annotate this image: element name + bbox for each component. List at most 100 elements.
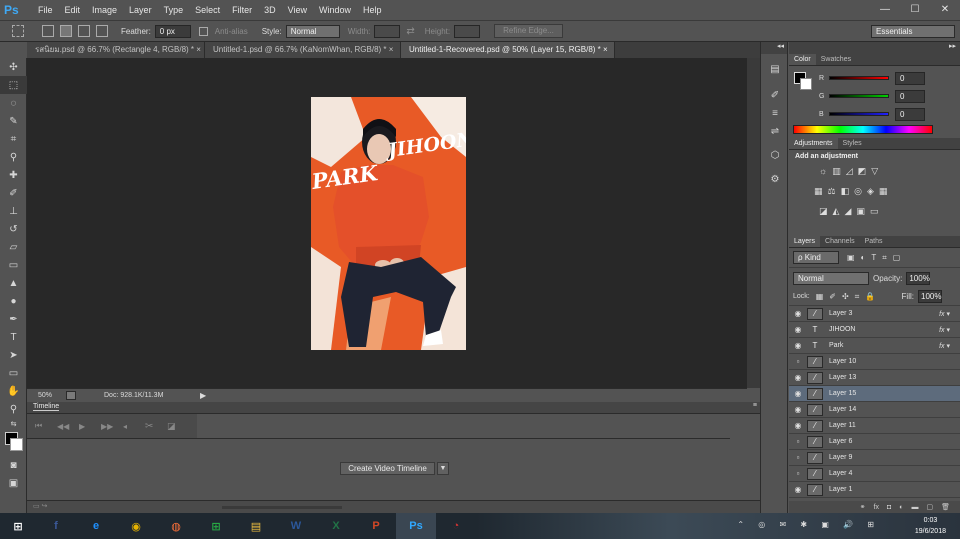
layer-filter-icons[interactable]: ▣◐T⌗▢ <box>847 253 906 263</box>
layer-row[interactable]: ▫ ⁄ Layer 6 <box>789 434 960 450</box>
tray-icons[interactable]: ⌃ ◎ ✉ ✱ ▣ 🔊 ⊞ <box>737 520 880 529</box>
tab-layers[interactable]: Layers <box>789 236 821 247</box>
status-menu-arrow-icon[interactable]: ▶ <box>200 391 206 400</box>
collapse-icon[interactable]: ◂◂ <box>761 42 787 54</box>
menu-view[interactable]: View <box>282 0 313 20</box>
exposure-icon[interactable]: ◩ <box>858 166 867 177</box>
tab-swatches[interactable]: Swatches <box>816 54 856 65</box>
levels-icon[interactable]: ▥ <box>832 166 841 177</box>
blend-mode-select[interactable]: Normal <box>793 271 869 285</box>
trash-icon[interactable]: 🗑 <box>941 503 950 511</box>
tab-channels[interactable]: Channels <box>820 236 860 247</box>
lasso-tool-icon[interactable]: ◌ <box>0 94 27 112</box>
lock-icons[interactable]: ▦✐✣⌗🔒 <box>816 292 881 302</box>
menu-layer[interactable]: Layer <box>123 0 158 20</box>
layer-row[interactable]: ▫ ⁄ Layer 9 <box>789 450 960 466</box>
transition-icon[interactable]: ◪ <box>167 421 189 432</box>
eye-icon[interactable]: ◉ <box>789 405 807 414</box>
taskbar-other-icon[interactable]: ◔ <box>436 513 476 539</box>
taskbar-firefox-icon[interactable]: ◍ <box>156 513 196 539</box>
new-layer-icon[interactable]: ▢ <box>926 503 933 511</box>
split-scissors-icon[interactable]: ✂ <box>145 421 167 432</box>
path-select-tool-icon[interactable]: ➤ <box>0 346 27 364</box>
green-value-input[interactable]: 0 <box>895 89 925 103</box>
red-slider[interactable] <box>829 76 889 80</box>
taskbar-store-icon[interactable]: ⊞ <box>196 513 236 539</box>
hue-saturation-icon[interactable]: ▦ <box>814 186 823 197</box>
blur-tool-icon[interactable]: ▲ <box>0 274 27 292</box>
refine-edge-button[interactable]: Refine Edge... <box>494 24 563 38</box>
brightness-icon[interactable]: ☼ <box>819 166 827 177</box>
hand-tool-icon[interactable]: ✋ <box>0 382 27 400</box>
tab-color[interactable]: Color <box>789 54 816 65</box>
background-color-swatch[interactable] <box>800 78 812 90</box>
dodge-tool-icon[interactable]: ● <box>0 292 27 310</box>
taskbar-excel-icon[interactable]: X <box>316 513 356 539</box>
menu-type[interactable]: Type <box>158 0 190 20</box>
eye-icon[interactable]: ◉ <box>789 389 807 398</box>
menu-filter[interactable]: Filter <box>226 0 258 20</box>
gradient-map-icon[interactable]: ▭ <box>870 206 879 217</box>
curves-icon[interactable]: ◿ <box>846 166 853 177</box>
selective-color-icon[interactable]: ▣ <box>856 206 865 217</box>
zoom-tool-icon[interactable]: ⚲ <box>0 400 27 418</box>
hidden-eye-icon[interactable]: ▫ <box>789 453 807 462</box>
eye-icon[interactable]: ◉ <box>789 325 807 334</box>
quick-mask-icon[interactable]: ◙ <box>0 456 27 474</box>
healing-tool-icon[interactable]: ✚ <box>0 166 27 184</box>
type-tool-icon[interactable]: T <box>0 328 27 346</box>
vertical-scrollbar[interactable] <box>747 58 760 388</box>
width-input[interactable] <box>374 24 401 38</box>
timeline-title[interactable]: Timeline <box>33 403 60 411</box>
minimize-button[interactable]: — <box>870 0 900 20</box>
close-icon[interactable]: × <box>196 45 201 54</box>
intersect-selection-icon[interactable] <box>96 25 108 37</box>
tab-document-1[interactable]: รสนิยม.psd @ 66.7% (Rectangle 4, RGB/8) … <box>27 42 205 58</box>
layer-row[interactable]: ▫ ⁄ Layer 10 <box>789 354 960 370</box>
hidden-eye-icon[interactable]: ▫ <box>789 437 807 446</box>
audio-icon[interactable]: ◂ <box>123 422 145 431</box>
color-balance-icon[interactable]: ⚖ <box>828 186 836 197</box>
eye-icon[interactable]: ◉ <box>789 373 807 382</box>
layer-effects-icon[interactable]: fx ▾ <box>939 310 950 318</box>
background-color-swatch[interactable] <box>10 438 23 451</box>
close-icon[interactable]: × <box>603 45 608 54</box>
threshold-icon[interactable]: ◢ <box>844 206 851 217</box>
eyedropper-tool-icon[interactable]: ⚲ <box>0 148 27 166</box>
layer-row[interactable]: ◉ ⁄ Layer 15 <box>789 386 960 402</box>
collapse-panels-icon[interactable]: ▸▸ <box>789 42 960 54</box>
tab-document-2[interactable]: Untitled-1.psd @ 66.7% (KaNomWhan, RGB/8… <box>205 42 401 58</box>
menu-image[interactable]: Image <box>86 0 123 20</box>
menu-help[interactable]: Help <box>357 0 388 20</box>
prev-frame-icon[interactable]: ◀◀ <box>57 422 79 431</box>
layer-row[interactable]: ◉ ⁄ Layer 11 <box>789 418 960 434</box>
taskbar-start-icon[interactable]: ⊞ <box>0 513 36 539</box>
fill-input[interactable]: 100% <box>918 290 942 303</box>
timecode-icon[interactable]: ▭ ↪ <box>33 502 47 510</box>
taskbar-word-icon[interactable]: W <box>276 513 316 539</box>
properties-panel-icon[interactable]: ⚙ <box>761 170 789 188</box>
clock[interactable]: 0:03 19/6/2018 <box>915 515 946 537</box>
subtract-selection-icon[interactable] <box>78 25 90 37</box>
panel-menu-icon[interactable]: ≡ <box>753 402 757 409</box>
quick-select-tool-icon[interactable]: ✎ <box>0 112 27 130</box>
taskbar-facebook-icon[interactable]: f <box>36 513 76 539</box>
tab-document-3[interactable]: Untitled-1-Recovered.psd @ 50% (Layer 15… <box>401 42 615 58</box>
layer-effects-icon[interactable]: fx ▾ <box>939 342 950 350</box>
layer-kind-filter[interactable]: ρ Kind <box>793 251 839 264</box>
menu-select[interactable]: Select <box>189 0 226 20</box>
layer-row[interactable]: ◉ T Park fx ▾ <box>789 338 960 354</box>
eraser-tool-icon[interactable]: ▱ <box>0 238 27 256</box>
layer-row[interactable]: ◉ ⁄ Layer 14 <box>789 402 960 418</box>
brush-panel-icon[interactable]: ≡ <box>761 104 789 122</box>
close-icon[interactable]: × <box>389 45 394 54</box>
vibrance-icon[interactable]: ▽ <box>871 166 878 177</box>
color-lookup-icon[interactable]: ▦ <box>879 186 888 197</box>
taskbar-edge-icon[interactable]: e <box>76 513 116 539</box>
stamp-tool-icon[interactable]: ⊥ <box>0 202 27 220</box>
character-panel-icon[interactable]: ⇌ <box>761 122 789 140</box>
invert-icon[interactable]: ◪ <box>819 206 828 217</box>
antialias-checkbox[interactable] <box>198 26 208 36</box>
layer-style-icon[interactable]: fx <box>874 504 879 511</box>
workspace-select[interactable]: Essentials <box>871 25 955 38</box>
